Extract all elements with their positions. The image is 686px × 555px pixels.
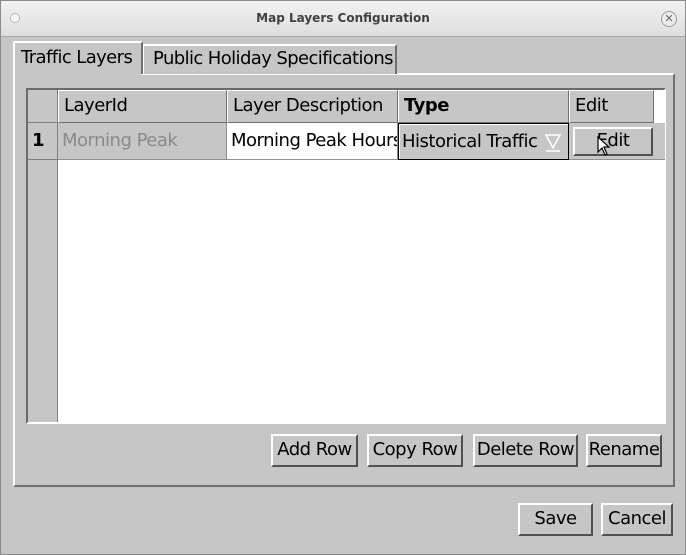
delete-row-button[interactable]: Delete Row — [473, 434, 578, 467]
column-header-edit[interactable]: Edit — [569, 90, 654, 123]
tab-public-holiday-specifications[interactable]: Public Holiday Specifications — [143, 44, 397, 74]
copy-row-button[interactable]: Copy Row — [367, 434, 463, 467]
mouse-cursor-icon — [597, 136, 611, 156]
column-header-layerid[interactable]: LayerId — [58, 90, 227, 123]
close-icon[interactable]: ✕ — [661, 11, 677, 27]
save-button[interactable]: Save — [518, 503, 593, 536]
layers-table: LayerId Layer Description Type Edit 1 Mo… — [26, 88, 666, 424]
edit-row-button[interactable]: Edit — [573, 127, 653, 156]
type-dropdown[interactable]: Historical Traffic — [398, 123, 569, 160]
map-layers-dialog: Map Layers Configuration ✕ Public Holida… — [0, 0, 686, 555]
cell-layer-id[interactable]: Morning Peak — [58, 123, 227, 160]
window-title: Map Layers Configuration — [256, 11, 430, 25]
column-header-type[interactable]: Type — [398, 90, 569, 123]
rename-button[interactable]: Rename — [586, 434, 662, 467]
row-number[interactable]: 1 — [28, 123, 58, 160]
cell-layer-description[interactable]: Morning Peak Hours — [227, 123, 398, 160]
table-corner — [28, 90, 58, 123]
cell-edit: Edit — [569, 123, 665, 160]
title-bar: Map Layers Configuration ✕ — [1, 1, 685, 37]
type-dropdown-value: Historical Traffic — [402, 131, 538, 152]
column-header-layer-description[interactable]: Layer Description — [227, 90, 398, 123]
add-row-button[interactable]: Add Row — [271, 434, 358, 467]
tab-traffic-layers[interactable]: Traffic Layers — [13, 41, 143, 74]
cancel-button[interactable]: Cancel — [601, 503, 673, 536]
dropdown-arrow-icon[interactable] — [544, 130, 562, 154]
